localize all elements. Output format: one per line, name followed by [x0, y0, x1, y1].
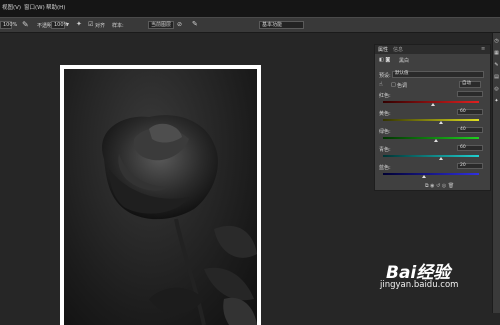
tab-info[interactable]: 信息 [393, 46, 403, 53]
auto-button[interactable]: 自动 [459, 81, 481, 88]
rose-photo [64, 69, 257, 325]
ignore-adjustment-icon[interactable]: ⊘ [177, 21, 182, 28]
properties-panel: 属性 信息 ≡ ◧ ◙ 黑白 预设: 默认值 ☝ □ 色调 自动 红色: 黄色:… [374, 44, 491, 191]
collapsed-panels-strip: ◷ ▦ ✎ ▤ ◎ ✦ [492, 33, 500, 313]
panel-header-label: 黑白 [399, 58, 410, 64]
watermark-url: jingyan.baidu.com [380, 280, 459, 290]
panel-tabs: 属性 信息 ≡ [375, 45, 490, 54]
pressure-size-icon[interactable]: ✎ [192, 20, 198, 28]
slider-cyan-track[interactable] [383, 155, 479, 157]
menu-window[interactable]: 窗口(W) [24, 3, 45, 11]
slider-blue-value[interactable]: 20 [457, 163, 483, 169]
menu-view[interactable]: 视图(V) [2, 3, 21, 11]
slider-cyan-thumb[interactable] [438, 157, 443, 160]
preset-select[interactable]: 默认值 [392, 71, 484, 78]
slider-green-value[interactable]: 40 [457, 127, 483, 133]
slider-green-thumb[interactable] [433, 139, 438, 142]
slider-red-value[interactable] [457, 91, 483, 97]
panel-menu-icon[interactable]: ≡ [481, 46, 485, 52]
document-canvas[interactable] [60, 65, 261, 325]
options-bar: 100% ✎ 不透明度: 100% ▾ ✦ ☑ 对齐 样本: 当前图层 ⊘ ✎ … [0, 17, 500, 33]
brush-preset-icon[interactable]: ✎ [22, 20, 29, 29]
slider-blue-thumb[interactable] [422, 175, 427, 178]
slider-blue-label: 蓝色: [379, 165, 391, 171]
zoom-field[interactable]: 100% [0, 21, 17, 29]
rose-image [102, 115, 257, 325]
adjustment-icon: ◧ ◙ [379, 57, 391, 63]
panel-footer-icons[interactable]: ⧉ ◉ ↺ ◎ 🗑 [425, 183, 454, 189]
sample-select[interactable]: 当前图层 [148, 21, 174, 29]
workspace-select[interactable]: 基本功能 [259, 21, 304, 29]
pressure-opacity-icon[interactable]: ▾ [66, 21, 69, 28]
tab-properties[interactable]: 属性 [378, 46, 388, 53]
aligned-label: 对齐 [95, 23, 106, 29]
slider-cyan-label: 青色: [379, 147, 391, 153]
slider-yellow-value[interactable]: 60 [457, 109, 483, 115]
slider-red-thumb[interactable] [430, 103, 435, 106]
airbrush-icon[interactable]: ✦ [76, 20, 82, 28]
brush-icon[interactable]: ✎ [494, 63, 499, 68]
slider-red-label: 红色: [379, 93, 391, 99]
slider-yellow-label: 黄色: [379, 111, 391, 117]
layers-icon[interactable]: ▤ [494, 75, 499, 80]
opacity-field[interactable]: 100% [51, 21, 68, 29]
paths-icon[interactable]: ✦ [494, 99, 499, 104]
tint-checkbox[interactable]: □ [391, 82, 396, 88]
slider-yellow-thumb[interactable] [438, 121, 443, 124]
slider-blue-track[interactable] [383, 173, 479, 175]
aligned-checkbox[interactable]: ☑ [88, 21, 93, 28]
swatches-icon[interactable]: ▦ [494, 51, 499, 56]
slider-cyan-value[interactable]: 60 [457, 145, 483, 151]
sample-label: 样本: [112, 23, 124, 29]
slider-green-label: 绿色: [379, 129, 391, 135]
preset-label: 预设: [379, 73, 391, 79]
targeted-adjust-icon[interactable]: ☝ [379, 81, 383, 88]
menu-bar: 视图(V) 窗口(W) 帮助(H) [0, 0, 500, 17]
slider-green-track[interactable] [383, 137, 479, 139]
slider-yellow-track[interactable] [383, 119, 479, 121]
menu-help[interactable]: 帮助(H) [46, 3, 65, 11]
tint-label: 色调 [397, 83, 408, 89]
channels-icon[interactable]: ◎ [494, 87, 499, 92]
history-icon[interactable]: ◷ [494, 39, 499, 44]
